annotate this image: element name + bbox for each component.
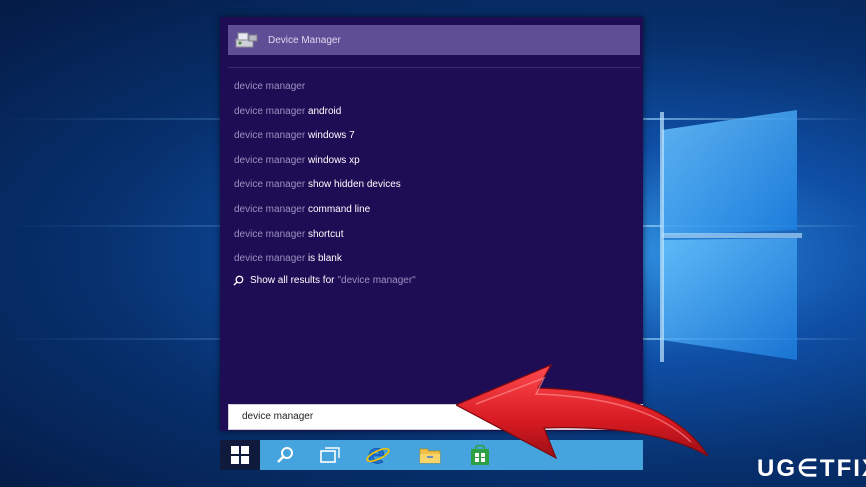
divider xyxy=(228,67,640,68)
suggestion-prefix: device manager xyxy=(234,203,308,215)
suggestion-item[interactable]: device manager android xyxy=(234,105,401,130)
suggestion-item[interactable]: device manager windows 7 xyxy=(234,129,401,154)
suggestion-prefix: device manager xyxy=(234,154,308,166)
file-explorer-button[interactable] xyxy=(410,440,450,470)
internet-explorer-icon xyxy=(366,447,390,464)
suggestion-item[interactable]: device manager command line xyxy=(234,203,401,228)
file-explorer-icon xyxy=(419,448,441,464)
internet-explorer-button[interactable] xyxy=(358,440,398,470)
suggestion-item[interactable]: device manager is blank xyxy=(234,252,401,277)
suggestion-rest: is blank xyxy=(307,253,342,265)
suggestion-rest: android xyxy=(307,105,342,117)
suggestion-rest: windows xp xyxy=(307,154,360,166)
watermark-logo: UG∈TFIX xyxy=(757,455,866,482)
show-all-label: Show all results for xyxy=(250,275,335,286)
suggestion-item[interactable]: device manager xyxy=(234,80,401,105)
windows-start-icon xyxy=(231,446,249,464)
show-all-query: "device manager" xyxy=(337,275,416,286)
show-all-results-link[interactable]: Show all results for "device manager" xyxy=(233,275,416,286)
suggestion-rest: shortcut xyxy=(307,228,344,240)
suggestion-item[interactable]: device manager show hidden devices xyxy=(234,178,401,203)
suggestion-prefix: device manager xyxy=(234,179,308,191)
suggestion-prefix: device manager xyxy=(234,81,306,92)
suggestion-rest: show hidden devices xyxy=(307,179,401,191)
search-icon xyxy=(277,447,293,463)
search-icon xyxy=(233,275,244,286)
windows-logo-wallpaper xyxy=(660,110,802,362)
device-manager-icon xyxy=(235,32,258,48)
task-view-icon xyxy=(320,447,340,463)
suggestion-item[interactable]: device manager shortcut xyxy=(234,228,401,253)
top-result-device-manager[interactable]: Device Manager xyxy=(228,25,640,55)
suggestion-prefix: device manager xyxy=(234,253,308,265)
taskbar-search-button[interactable] xyxy=(265,440,305,470)
suggestion-rest: windows 7 xyxy=(307,130,355,142)
suggestion-prefix: device manager xyxy=(234,130,308,142)
suggestion-prefix: device manager xyxy=(234,228,308,240)
suggestion-prefix: device manager xyxy=(234,105,308,117)
suggestion-list: device manager device manager android de… xyxy=(234,80,401,277)
suggestion-rest: command line xyxy=(307,203,371,215)
task-view-button[interactable] xyxy=(310,440,350,470)
top-result-label: Device Manager xyxy=(268,34,341,46)
suggestion-item[interactable]: device manager windows xp xyxy=(234,154,401,179)
red-arrow-annotation xyxy=(456,363,709,460)
start-button[interactable] xyxy=(220,440,260,470)
